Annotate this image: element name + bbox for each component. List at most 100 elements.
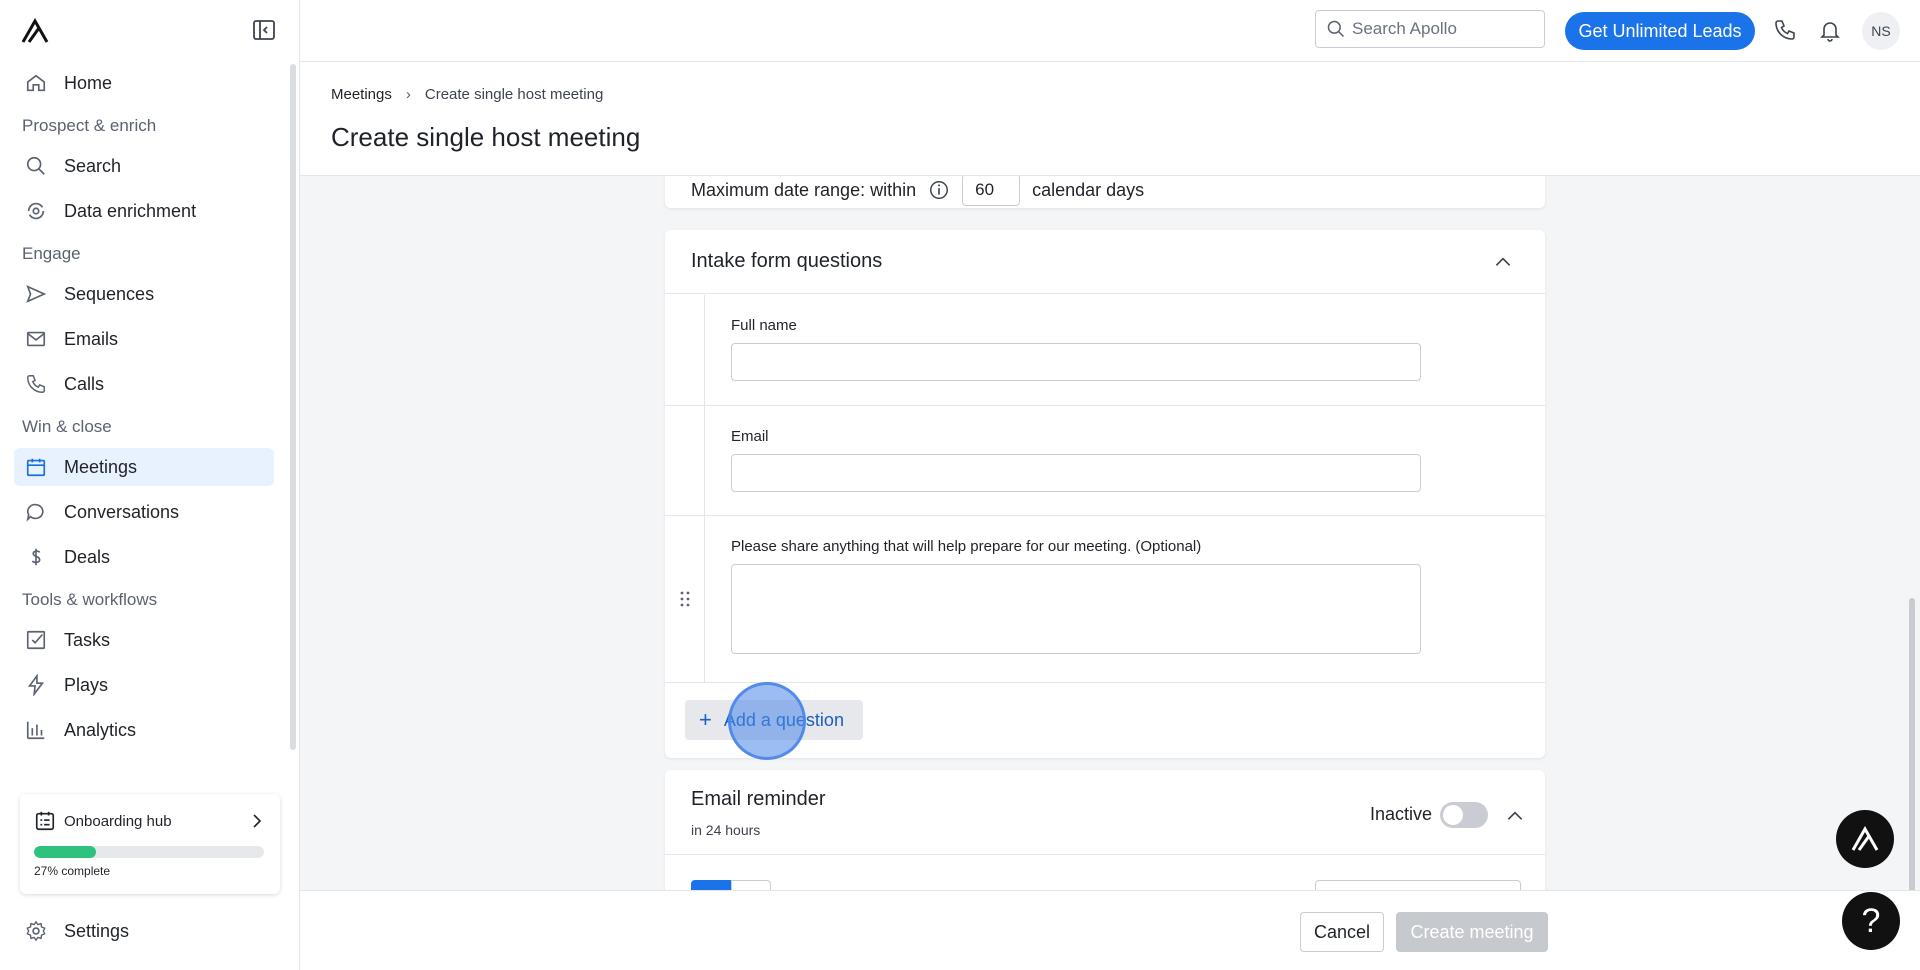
question-gutter: [665, 295, 705, 405]
sidebar: Home Prospect & enrich Search Data enric…: [0, 0, 300, 970]
checkbox-icon: [24, 628, 48, 652]
sidebar-item-label: Tasks: [64, 629, 111, 650]
plus-icon: +: [699, 707, 712, 732]
sidebar-item-label: Sequences: [64, 283, 155, 304]
section-prospect-enrich: Prospect & enrich: [22, 116, 157, 135]
enrichment-icon: [24, 199, 48, 223]
toggle-knob: [1443, 805, 1463, 825]
question-label: Please share anything that will help pre…: [731, 538, 1202, 555]
search-placeholder: Search Apollo: [1352, 19, 1457, 38]
format-segment-active[interactable]: [691, 880, 731, 890]
page-title: Create single host meeting: [331, 122, 641, 152]
sidebar-nav: Home Prospect & enrich Search Data enric…: [14, 64, 274, 756]
checklist-icon: [35, 811, 55, 831]
sidebar-item-label: Conversations: [64, 501, 180, 522]
date-range-days-input[interactable]: 60: [962, 176, 1021, 206]
sidebar-item-tasks[interactable]: Tasks: [14, 621, 274, 659]
reminder-select[interactable]: [1315, 880, 1521, 890]
sidebar-item-sequences[interactable]: Sequences: [14, 275, 274, 313]
bell-icon[interactable]: [1818, 18, 1842, 42]
top-bar: Search Apollo Get Unlimited Leads NS: [300, 0, 1920, 62]
collapse-sidebar-icon[interactable]: [252, 18, 276, 42]
user-avatar[interactable]: NS: [1862, 12, 1900, 50]
sidebar-item-label: Search: [64, 155, 122, 176]
bar-chart-icon: [24, 718, 48, 742]
apollo-logo-icon: [1851, 826, 1879, 851]
search-icon: [1327, 20, 1345, 38]
home-icon: [24, 71, 48, 95]
cancel-button[interactable]: Cancel: [1300, 912, 1384, 952]
format-segment[interactable]: [731, 880, 771, 890]
email-reminder-subtitle: in 24 hours: [691, 822, 761, 838]
sidebar-item-label: Data enrichment: [64, 200, 197, 221]
sidebar-item-home[interactable]: Home: [14, 64, 274, 102]
search-input[interactable]: Search Apollo: [1315, 10, 1545, 48]
calendar-icon: [24, 455, 48, 479]
breadcrumb-meetings[interactable]: Meetings: [331, 86, 392, 103]
email-reminder-toggle[interactable]: [1440, 802, 1488, 828]
notes-textarea[interactable]: [731, 564, 1421, 654]
breadcrumb: Meetings › Create single host meeting: [331, 86, 603, 103]
main-scrollbar[interactable]: [1909, 598, 1915, 890]
question-row-notes: Please share anything that will help pre…: [665, 516, 1545, 683]
sidebar-item-settings[interactable]: Settings: [14, 912, 274, 950]
section-win-close: Win & close: [22, 417, 112, 436]
intake-form-header[interactable]: Intake form questions: [665, 230, 1545, 294]
search-icon: [24, 154, 48, 178]
sidebar-item-emails[interactable]: Emails: [14, 320, 274, 358]
question-label: Email: [731, 428, 769, 445]
sidebar-item-data-enrichment[interactable]: Data enrichment: [14, 192, 274, 230]
question-label: Full name: [731, 317, 797, 334]
footer-bar: Cancel Create meeting: [300, 890, 1920, 970]
gear-icon: [24, 919, 48, 943]
section-engage: Engage: [22, 244, 81, 263]
sidebar-item-label: Calls: [64, 373, 105, 394]
email-reminder-title: Email reminder: [691, 788, 826, 810]
mail-icon: [24, 327, 48, 351]
sidebar-item-conversations[interactable]: Conversations: [14, 493, 274, 531]
sidebar-item-deals[interactable]: Deals: [14, 538, 274, 576]
send-icon: [24, 282, 48, 306]
phone-icon: [24, 372, 48, 396]
section-tools-workflows: Tools & workflows: [22, 590, 158, 609]
help-button[interactable]: ?: [1842, 892, 1900, 950]
drag-handle-icon[interactable]: [678, 590, 692, 608]
add-question-button[interactable]: + Add a question: [685, 700, 863, 740]
full-name-field[interactable]: [731, 343, 1421, 381]
phone-icon[interactable]: [1773, 18, 1797, 42]
sidebar-item-analytics[interactable]: Analytics: [14, 711, 274, 749]
create-meeting-button[interactable]: Create meeting: [1396, 912, 1548, 952]
date-range-label: Maximum date range: within: [691, 179, 917, 200]
question-row-email: Email: [665, 406, 1545, 516]
chevron-up-icon[interactable]: [1505, 806, 1525, 826]
chevron-right-icon: ›: [405, 86, 411, 103]
sidebar-item-meetings[interactable]: Meetings: [14, 448, 274, 486]
apollo-assistant-button[interactable]: [1836, 810, 1894, 868]
apollo-logo-icon[interactable]: [20, 18, 50, 44]
get-unlimited-leads-button[interactable]: Get Unlimited Leads: [1565, 12, 1755, 50]
chevron-right-icon: [253, 814, 262, 828]
onboarding-hub-card[interactable]: Onboarding hub 27% complete: [20, 794, 280, 894]
sidebar-item-label: Home: [64, 72, 113, 93]
sidebar-item-label: Analytics: [64, 719, 137, 740]
email-reminder-card: Email reminder in 24 hours Inactive: [665, 770, 1545, 890]
chat-icon: [24, 500, 48, 524]
onboarding-progress-text: 27% complete: [34, 864, 111, 878]
info-icon[interactable]: [928, 179, 950, 201]
divider: [665, 854, 1545, 855]
intake-form-title: Intake form questions: [691, 250, 883, 272]
dollar-icon: [24, 545, 48, 569]
sidebar-item-label: Plays: [64, 674, 109, 695]
sidebar-item-plays[interactable]: Plays: [14, 666, 274, 704]
sidebar-item-calls[interactable]: Calls: [14, 365, 274, 403]
onboarding-hub-label: Onboarding hub: [64, 812, 172, 830]
add-question-label: Add a question: [723, 709, 844, 730]
email-field[interactable]: [731, 454, 1421, 492]
sidebar-scrollbar[interactable]: [290, 64, 296, 750]
chevron-up-icon[interactable]: [1493, 252, 1513, 272]
question-gutter: [665, 406, 705, 515]
breadcrumb-current: Create single host meeting: [424, 86, 604, 103]
bolt-icon: [24, 673, 48, 697]
intake-form-card: Intake form questions Full name Email Pl…: [665, 230, 1545, 758]
sidebar-item-search[interactable]: Search: [14, 147, 274, 185]
